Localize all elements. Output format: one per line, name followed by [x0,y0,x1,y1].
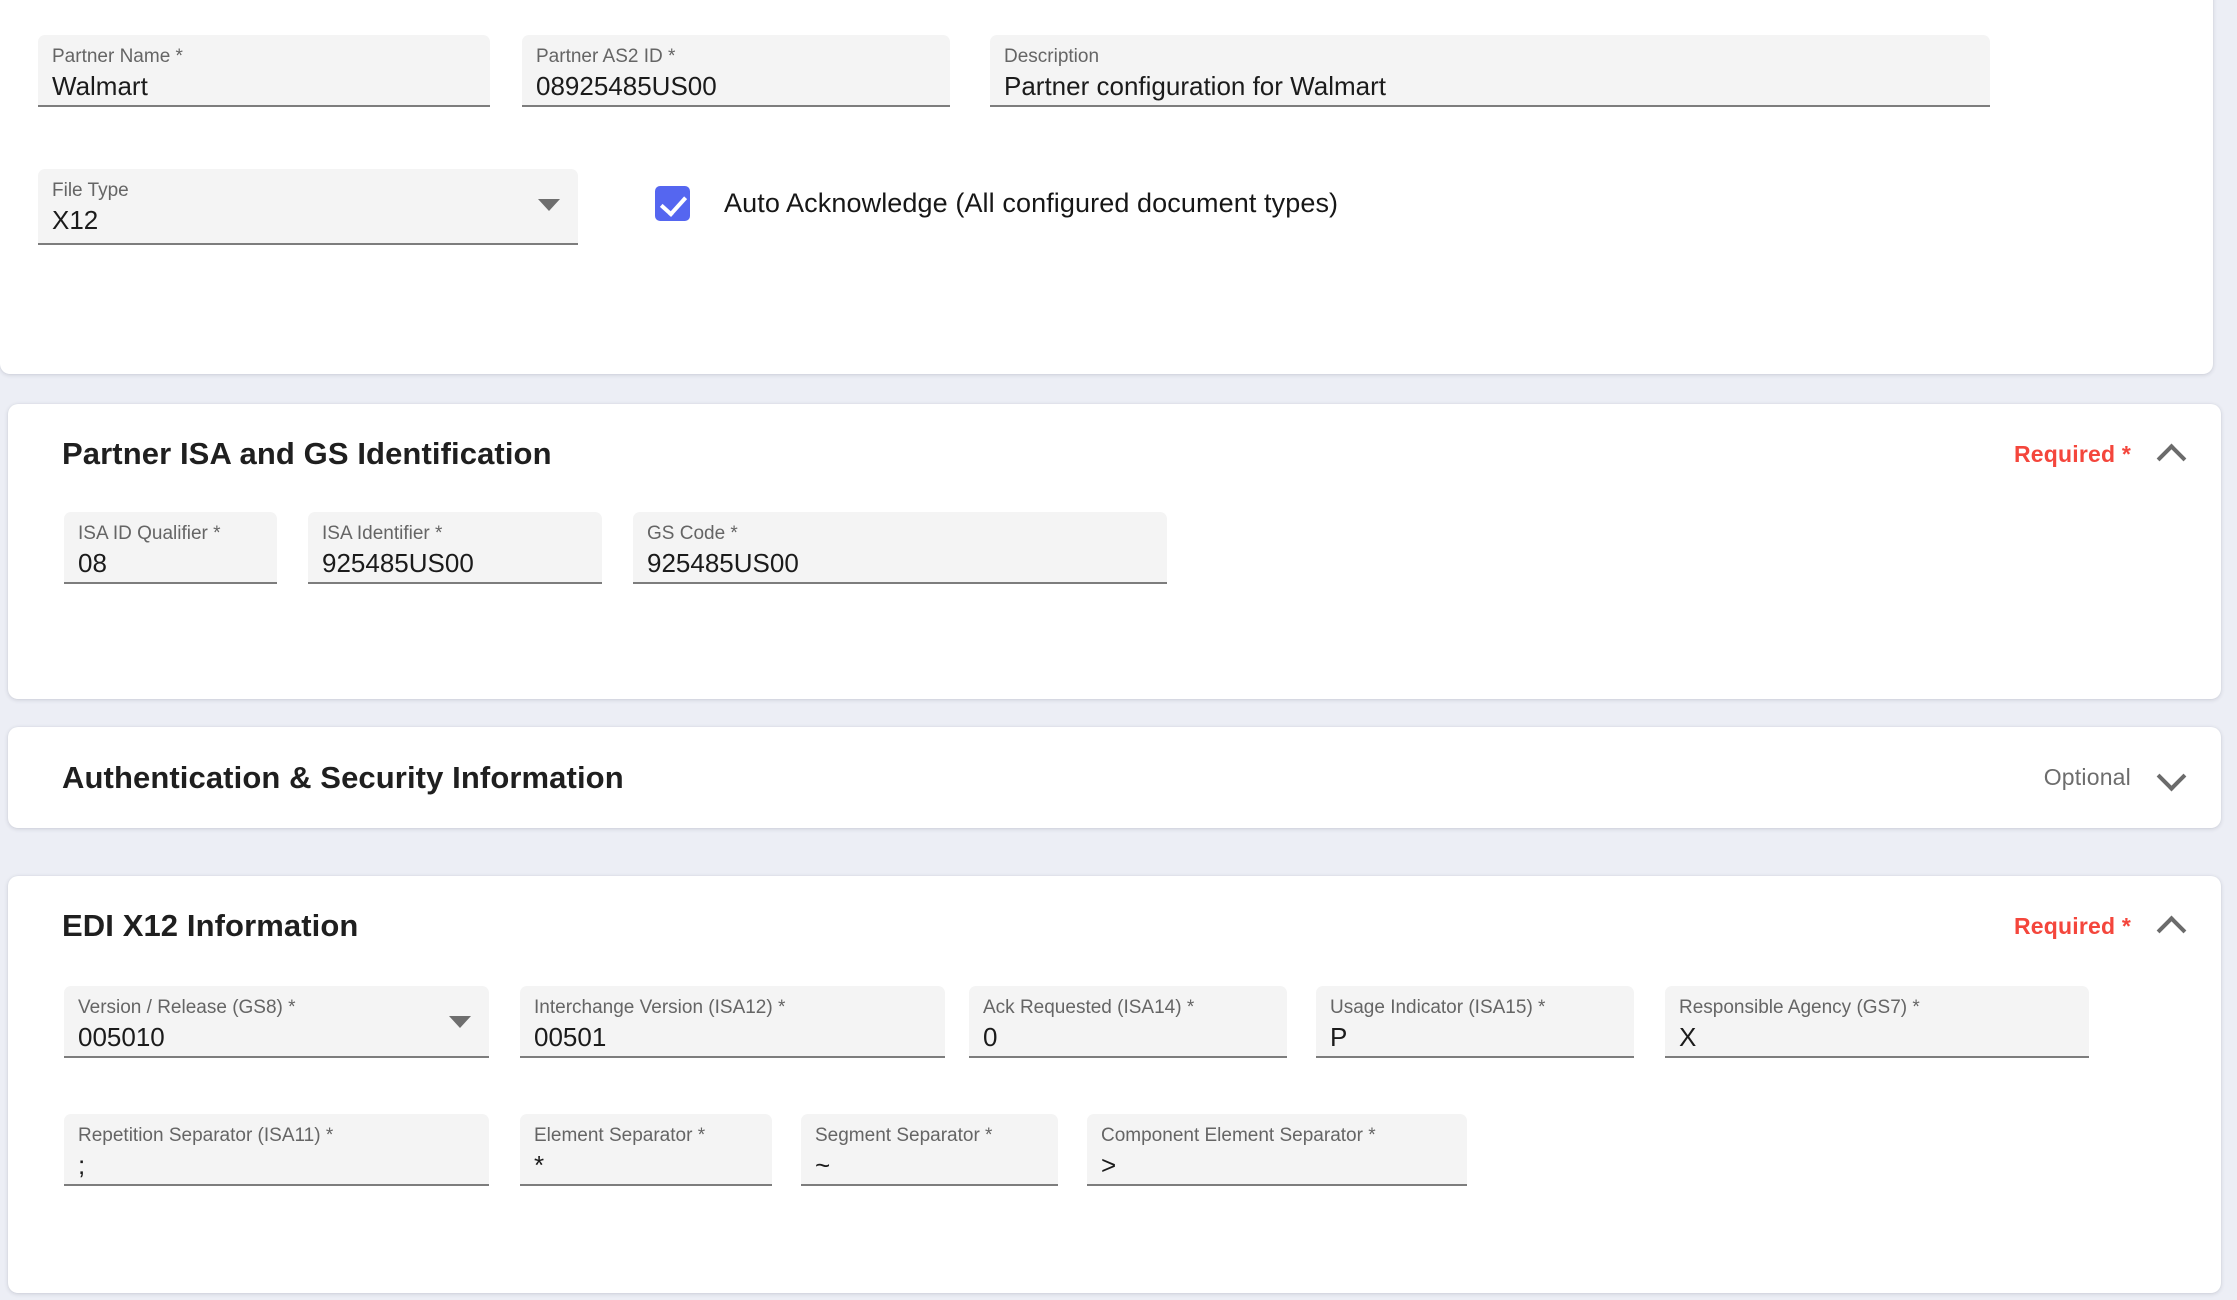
authentication-security-card: Authentication & Security Information Op… [8,727,2221,828]
interchange-version-label: Interchange Version (ISA12) * [534,997,786,1018]
segment-separator-value: ~ [815,1150,831,1180]
version-release-label: Version / Release (GS8) * [78,997,296,1018]
partner-isa-gs-card: Partner ISA and GS Identification Requir… [8,404,2221,699]
responsible-agency-label: Responsible Agency (GS7) * [1679,997,1920,1018]
status-badge: Optional [2043,764,2131,790]
segment-separator-label: Segment Separator * [815,1125,993,1146]
status-badge: Required * [2013,440,2131,467]
repetition-separator-value: ; [78,1150,86,1180]
usage-indicator-value: P [1330,1022,1348,1052]
partner-isa-gs-title: Partner ISA and GS Identification [62,436,552,471]
description-value: Partner configuration for Walmart [1004,71,1386,101]
element-separator-value: * [534,1150,545,1180]
edi-x12-information-card: EDI X12 Information Required * Version /… [8,876,2221,1293]
partner-name-label: Partner Name * [52,46,183,67]
component-element-separator-label: Component Element Separator * [1101,1125,1376,1146]
isa-id-qualifier-label: ISA ID Qualifier * [78,523,221,544]
usage-indicator-field[interactable]: Usage Indicator (ISA15) * P [1316,986,1634,1058]
basic-info-row-1: Partner Name * Walmart Partner AS2 ID * … [0,0,2213,107]
repetition-separator-field[interactable]: Repetition Separator (ISA11) * ; [64,1114,489,1186]
chevron-down-icon[interactable] [2157,763,2187,793]
element-separator-field[interactable]: Element Separator * * [520,1114,772,1186]
file-type-label: File Type [52,180,129,201]
ack-requested-field[interactable]: Ack Requested (ISA14) * 0 [969,986,1287,1058]
interchange-version-value: 00501 [534,1022,607,1052]
interchange-version-field[interactable]: Interchange Version (ISA12) * 00501 [520,986,945,1058]
partner-as2-id-field[interactable]: Partner AS2 ID * 08925485US00 [522,35,950,107]
partner-configuration-page: Partner Name * Walmart Partner AS2 ID * … [0,0,2237,1300]
isa-id-qualifier-field[interactable]: ISA ID Qualifier * 08 [64,512,277,584]
isa-identifier-label: ISA Identifier * [322,523,443,544]
authentication-security-header[interactable]: Authentication & Security Information Op… [8,727,2221,828]
isa-identifier-field[interactable]: ISA Identifier * 925485US00 [308,512,602,584]
isa-fields-row: ISA ID Qualifier * 08 ISA Identifier * 9… [8,504,2221,584]
status-badge: Required * [2013,912,2131,939]
auto-acknowledge-label: Auto Acknowledge (All configured documen… [724,188,1339,218]
chevron-up-icon[interactable] [2157,911,2187,941]
ack-requested-label: Ack Requested (ISA14) * [983,997,1195,1018]
basic-info-row-2: File Type X12 Auto Acknowledge (All conf… [0,107,2213,245]
segment-separator-field[interactable]: Segment Separator * ~ [801,1114,1058,1186]
element-separator-label: Element Separator * [534,1125,706,1146]
isa-id-qualifier-value: 08 [78,548,107,578]
partner-isa-gs-header-right: Required * [2014,439,2187,469]
gs-code-value: 925485US00 [647,548,799,578]
auto-acknowledge-row[interactable]: Auto Acknowledge (All configured documen… [655,186,1338,221]
file-type-select[interactable]: File Type X12 [38,169,578,245]
authentication-security-title: Authentication & Security Information [62,759,624,795]
component-element-separator-field[interactable]: Component Element Separator * > [1087,1114,1467,1186]
version-release-value: 005010 [78,1022,165,1052]
partner-name-field[interactable]: Partner Name * Walmart [38,35,490,107]
ack-requested-value: 0 [983,1022,998,1052]
gs-code-label: GS Code * [647,523,738,544]
repetition-separator-label: Repetition Separator (ISA11) * [78,1125,334,1146]
edi-fields-row-2: Repetition Separator (ISA11) * ; Element… [8,1058,2221,1186]
responsible-agency-field[interactable]: Responsible Agency (GS7) * X [1665,986,2089,1058]
gs-code-field[interactable]: GS Code * 925485US00 [633,512,1167,584]
chevron-up-icon[interactable] [2157,439,2187,469]
partner-name-value: Walmart [52,71,148,101]
edi-x12-header-right: Required * [2014,911,2187,941]
partner-as2-id-label: Partner AS2 ID * [536,46,676,67]
edi-fields-row-1: Version / Release (GS8) * 005010 Interch… [8,976,2221,1058]
description-label: Description [1004,46,1100,67]
isa-identifier-value: 925485US00 [322,548,474,578]
edi-x12-title: EDI X12 Information [62,908,359,943]
partner-as2-id-value: 08925485US00 [536,71,717,101]
component-element-separator-value: > [1101,1150,1117,1180]
partner-isa-gs-header[interactable]: Partner ISA and GS Identification Requir… [8,404,2221,504]
file-type-value: X12 [52,205,99,235]
version-release-select[interactable]: Version / Release (GS8) * 005010 [64,986,489,1058]
partner-basic-info-card: Partner Name * Walmart Partner AS2 ID * … [0,0,2213,374]
auto-acknowledge-checkbox[interactable] [655,186,690,221]
usage-indicator-label: Usage Indicator (ISA15) * [1330,997,1546,1018]
authentication-security-header-right: Optional [2044,763,2187,793]
chevron-down-icon[interactable] [538,199,560,211]
responsible-agency-value: X [1679,1022,1697,1052]
description-field[interactable]: Description Partner configuration for Wa… [990,35,1990,107]
edi-x12-header[interactable]: EDI X12 Information Required * [8,876,2221,976]
chevron-down-icon[interactable] [449,1016,471,1028]
